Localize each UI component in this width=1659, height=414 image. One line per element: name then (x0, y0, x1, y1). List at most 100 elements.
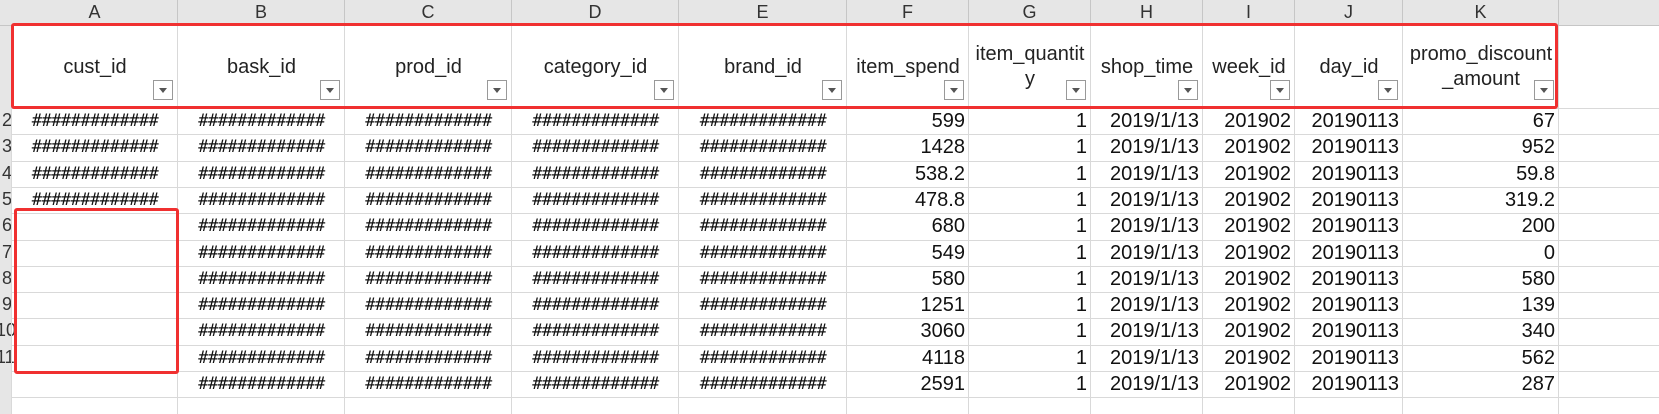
hash-overflow-cell[interactable]: ############# (679, 371, 847, 397)
cell-promo[interactable]: 340 (1403, 318, 1559, 344)
cell-shop-time[interactable]: 2019/1/13 (1091, 240, 1203, 266)
cell-shop-time[interactable]: 2019/1/13 (1091, 266, 1203, 292)
hash-overflow-cell[interactable]: ############# (512, 213, 679, 239)
cell-shop-time[interactable]: 2019/1/13 (1091, 108, 1203, 134)
column-letter-e[interactable]: E (679, 0, 847, 25)
column-letter-j[interactable]: J (1295, 0, 1403, 25)
cell-item-quantity[interactable]: 1 (969, 187, 1091, 213)
cell-day-id[interactable]: 20190113 (1295, 345, 1403, 371)
column-letter-a[interactable]: A (12, 0, 178, 25)
hash-overflow-cell[interactable]: ############# (12, 108, 178, 134)
cell-item-spend[interactable]: 538.2 (847, 161, 969, 187)
cell-week-id[interactable]: 201902 (1203, 292, 1295, 318)
cell-item-quantity[interactable]: 1 (969, 266, 1091, 292)
column-letter-g[interactable]: G (969, 0, 1091, 25)
hash-overflow-cell[interactable]: ############# (679, 187, 847, 213)
hash-overflow-cell[interactable]: ############# (12, 134, 178, 160)
cell-day-id[interactable]: 20190113 (1295, 292, 1403, 318)
cell-shop-time[interactable]: 2019/1/13 (1091, 213, 1203, 239)
cell-item-quantity[interactable]: 1 (969, 108, 1091, 134)
cell-item-spend[interactable]: 549 (847, 240, 969, 266)
column-letter-i[interactable]: I (1203, 0, 1295, 25)
filter-dropdown-icon[interactable] (654, 80, 674, 100)
column-letter-h[interactable]: H (1091, 0, 1203, 25)
cell-shop-time[interactable]: 2019/1/13 (1091, 134, 1203, 160)
cell-day-id[interactable]: 20190113 (1295, 240, 1403, 266)
hash-overflow-cell[interactable]: ############# (679, 161, 847, 187)
hash-overflow-cell[interactable]: ############# (345, 108, 512, 134)
column-letter-d[interactable]: D (512, 0, 679, 25)
hash-overflow-cell[interactable]: ############# (512, 318, 679, 344)
cell-item-spend[interactable]: 599 (847, 108, 969, 134)
column-letter-c[interactable]: C (345, 0, 512, 25)
filter-dropdown-icon[interactable] (320, 80, 340, 100)
cell-item-quantity[interactable]: 1 (969, 345, 1091, 371)
cell-promo[interactable]: 580 (1403, 266, 1559, 292)
filter-dropdown-icon[interactable] (1378, 80, 1398, 100)
cell-item-quantity[interactable]: 1 (969, 240, 1091, 266)
hash-overflow-cell[interactable]: ############# (679, 318, 847, 344)
cell-week-id[interactable]: 201902 (1203, 266, 1295, 292)
cell-day-id[interactable]: 20190113 (1295, 187, 1403, 213)
cell-promo[interactable]: 287 (1403, 371, 1559, 397)
hash-overflow-cell[interactable]: ############# (178, 213, 345, 239)
cell-shop-time[interactable]: 2019/1/13 (1091, 187, 1203, 213)
cell-item-spend[interactable]: 2591 (847, 371, 969, 397)
filter-dropdown-icon[interactable] (944, 80, 964, 100)
cell-week-id[interactable]: 201902 (1203, 318, 1295, 344)
cell-promo[interactable]: 200 (1403, 213, 1559, 239)
hash-overflow-cell[interactable]: ############# (679, 292, 847, 318)
cell-item-quantity[interactable]: 1 (969, 371, 1091, 397)
cell-shop-time[interactable]: 2019/1/13 (1091, 161, 1203, 187)
cell-item-spend[interactable]: 4118 (847, 345, 969, 371)
cell-day-id[interactable]: 20190113 (1295, 371, 1403, 397)
hash-overflow-cell[interactable]: ############# (178, 108, 345, 134)
hash-overflow-cell[interactable]: ############# (178, 240, 345, 266)
hash-overflow-cell[interactable]: ############# (512, 345, 679, 371)
hash-overflow-cell[interactable]: ############# (178, 318, 345, 344)
cell-promo[interactable]: 562 (1403, 345, 1559, 371)
hash-overflow-cell[interactable]: ############# (345, 213, 512, 239)
filter-dropdown-icon[interactable] (1270, 80, 1290, 100)
filter-dropdown-icon[interactable] (487, 80, 507, 100)
cell-promo[interactable]: 59.8 (1403, 161, 1559, 187)
hash-overflow-cell[interactable]: ############# (345, 318, 512, 344)
filter-dropdown-icon[interactable] (1534, 80, 1554, 100)
cell-week-id[interactable]: 201902 (1203, 240, 1295, 266)
cell-week-id[interactable]: 201902 (1203, 371, 1295, 397)
cell-day-id[interactable]: 20190113 (1295, 266, 1403, 292)
column-letter-f[interactable]: F (847, 0, 969, 25)
cell-day-id[interactable]: 20190113 (1295, 213, 1403, 239)
hash-overflow-cell[interactable]: ############# (512, 371, 679, 397)
hash-overflow-cell[interactable]: ############# (679, 266, 847, 292)
hash-overflow-cell[interactable]: ############# (512, 108, 679, 134)
hash-overflow-cell[interactable]: ############# (679, 240, 847, 266)
cell-promo[interactable]: 952 (1403, 134, 1559, 160)
hash-overflow-cell[interactable]: ############# (178, 371, 345, 397)
hash-overflow-cell[interactable]: ############# (679, 134, 847, 160)
cell-week-id[interactable]: 201902 (1203, 134, 1295, 160)
cell-week-id[interactable]: 201902 (1203, 345, 1295, 371)
hash-overflow-cell[interactable]: ############# (345, 187, 512, 213)
hash-overflow-cell[interactable]: ############# (12, 187, 178, 213)
cell-item-quantity[interactable]: 1 (969, 292, 1091, 318)
hash-overflow-cell[interactable]: ############# (512, 240, 679, 266)
cell-week-id[interactable]: 201902 (1203, 161, 1295, 187)
hash-overflow-cell[interactable]: ############# (178, 345, 345, 371)
hash-overflow-cell[interactable]: ############# (178, 187, 345, 213)
cell-promo[interactable]: 0 (1403, 240, 1559, 266)
hash-overflow-cell[interactable]: ############# (345, 240, 512, 266)
hash-overflow-cell[interactable]: ############# (12, 161, 178, 187)
filter-dropdown-icon[interactable] (1178, 80, 1198, 100)
cell-shop-time[interactable]: 2019/1/13 (1091, 292, 1203, 318)
cell-item-spend[interactable]: 580 (847, 266, 969, 292)
hash-overflow-cell[interactable]: ############# (512, 161, 679, 187)
cell-item-spend[interactable]: 1428 (847, 134, 969, 160)
hash-overflow-cell[interactable]: ############# (178, 292, 345, 318)
hash-overflow-cell[interactable]: ############# (512, 187, 679, 213)
cell-week-id[interactable]: 201902 (1203, 108, 1295, 134)
hash-overflow-cell[interactable]: ############# (679, 213, 847, 239)
hash-overflow-cell[interactable]: ############# (345, 371, 512, 397)
cell-promo[interactable]: 139 (1403, 292, 1559, 318)
cell-shop-time[interactable]: 2019/1/13 (1091, 371, 1203, 397)
